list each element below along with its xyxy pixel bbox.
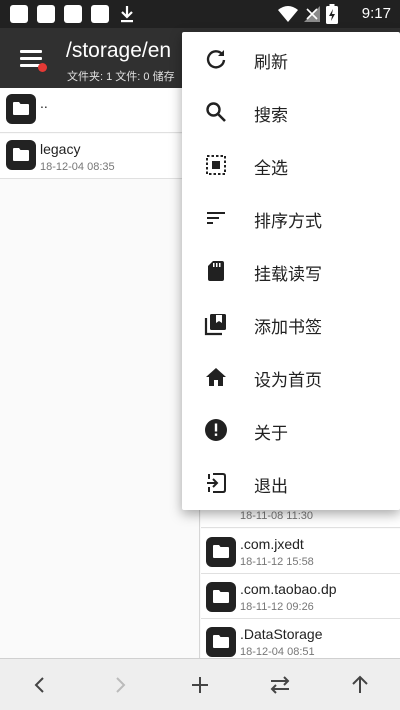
folder-icon <box>6 140 36 170</box>
notification-icon <box>10 5 28 23</box>
list-item-com-jxedt[interactable]: .com.jxedt 18-11-12 15:58 <box>201 529 400 574</box>
menu-item-label: 退出 <box>254 477 288 497</box>
file-date: 18-11-08 11:30 <box>240 510 313 522</box>
file-name: legacy <box>40 141 81 157</box>
menu-item-label: 全选 <box>254 159 288 179</box>
notification-icon <box>91 5 109 23</box>
search-icon <box>206 102 226 122</box>
swap-icon[interactable] <box>266 671 294 699</box>
menu-item-search[interactable]: 搜索 <box>182 85 400 138</box>
notification-icon <box>64 5 82 23</box>
menu-item-set-home[interactable]: 设为首页 <box>182 350 400 403</box>
bottom-toolbar <box>0 658 400 710</box>
menu-item-mount-rw[interactable]: 挂载读写 <box>182 244 400 297</box>
download-icon <box>121 6 133 23</box>
up-icon[interactable] <box>346 671 374 699</box>
refresh-icon <box>206 50 226 69</box>
file-date: 18-11-12 15:58 <box>240 556 314 568</box>
folder-icon <box>206 537 236 567</box>
file-name: .com.taobao.dp <box>240 581 337 597</box>
notification-badge <box>38 63 47 72</box>
menu-item-label: 添加书签 <box>254 318 322 338</box>
back-icon[interactable] <box>26 671 54 699</box>
list-item-legacy[interactable]: legacy 18-12-04 08:35 <box>0 134 200 179</box>
folder-icon <box>206 627 236 657</box>
menu-item-label: 关于 <box>254 424 288 444</box>
file-name: .. <box>40 95 48 111</box>
folder-icon <box>6 94 36 124</box>
list-item-com-taobao-dp[interactable]: .com.taobao.dp 18-11-12 09:26 <box>201 574 400 619</box>
select-all-icon <box>206 155 226 175</box>
notification-icon <box>37 5 55 23</box>
menu-item-label: 挂载读写 <box>254 265 322 285</box>
no-signal-icon <box>304 6 320 22</box>
folder-icon <box>206 582 236 612</box>
bookmark-icon <box>204 314 226 336</box>
menu-item-select-all[interactable]: 全选 <box>182 138 400 191</box>
add-icon[interactable] <box>186 671 214 699</box>
menu-item-add-bookmark[interactable]: 添加书签 <box>182 297 400 350</box>
menu-item-sort[interactable]: 排序方式 <box>182 191 400 244</box>
current-path-title: /storage/en <box>66 39 172 62</box>
file-date: 18-12-04 08:51 <box>240 646 315 658</box>
menu-item-label: 设为首页 <box>254 371 322 391</box>
file-name: .DataStorage <box>240 626 323 642</box>
exit-icon <box>207 473 226 493</box>
battery-charging-icon <box>326 4 338 24</box>
home-icon <box>206 368 226 386</box>
file-date: 18-12-04 08:35 <box>40 161 115 173</box>
menu-item-refresh[interactable]: 刷新 <box>182 32 400 85</box>
menu-item-label: 刷新 <box>254 53 288 73</box>
left-file-pane: .. legacy 18-12-04 08:35 <box>0 88 200 658</box>
menu-item-label: 搜索 <box>254 106 288 126</box>
status-bar: 9:17 <box>0 0 400 28</box>
info-icon <box>205 419 227 441</box>
sd-card-icon <box>208 261 224 281</box>
menu-item-exit[interactable]: 退出 <box>182 456 400 509</box>
forward-icon[interactable] <box>106 671 134 699</box>
menu-item-label: 排序方式 <box>254 212 322 232</box>
overflow-menu: 刷新 搜索 全选 排序方式 挂载读写 添加书签 设为首页 关于 退出 <box>182 32 400 510</box>
file-name: .com.jxedt <box>240 536 304 552</box>
folder-stats: 文件夹: 1 文件: 0 储存 <box>67 71 175 83</box>
status-time: 9:17 <box>361 5 391 22</box>
drawer-menu-button[interactable] <box>12 40 52 76</box>
file-date: 18-11-12 09:26 <box>240 601 314 613</box>
sort-icon <box>207 212 225 224</box>
list-item-parent-dir[interactable]: .. <box>0 88 200 133</box>
wifi-icon <box>278 6 298 22</box>
menu-item-about[interactable]: 关于 <box>182 403 400 456</box>
